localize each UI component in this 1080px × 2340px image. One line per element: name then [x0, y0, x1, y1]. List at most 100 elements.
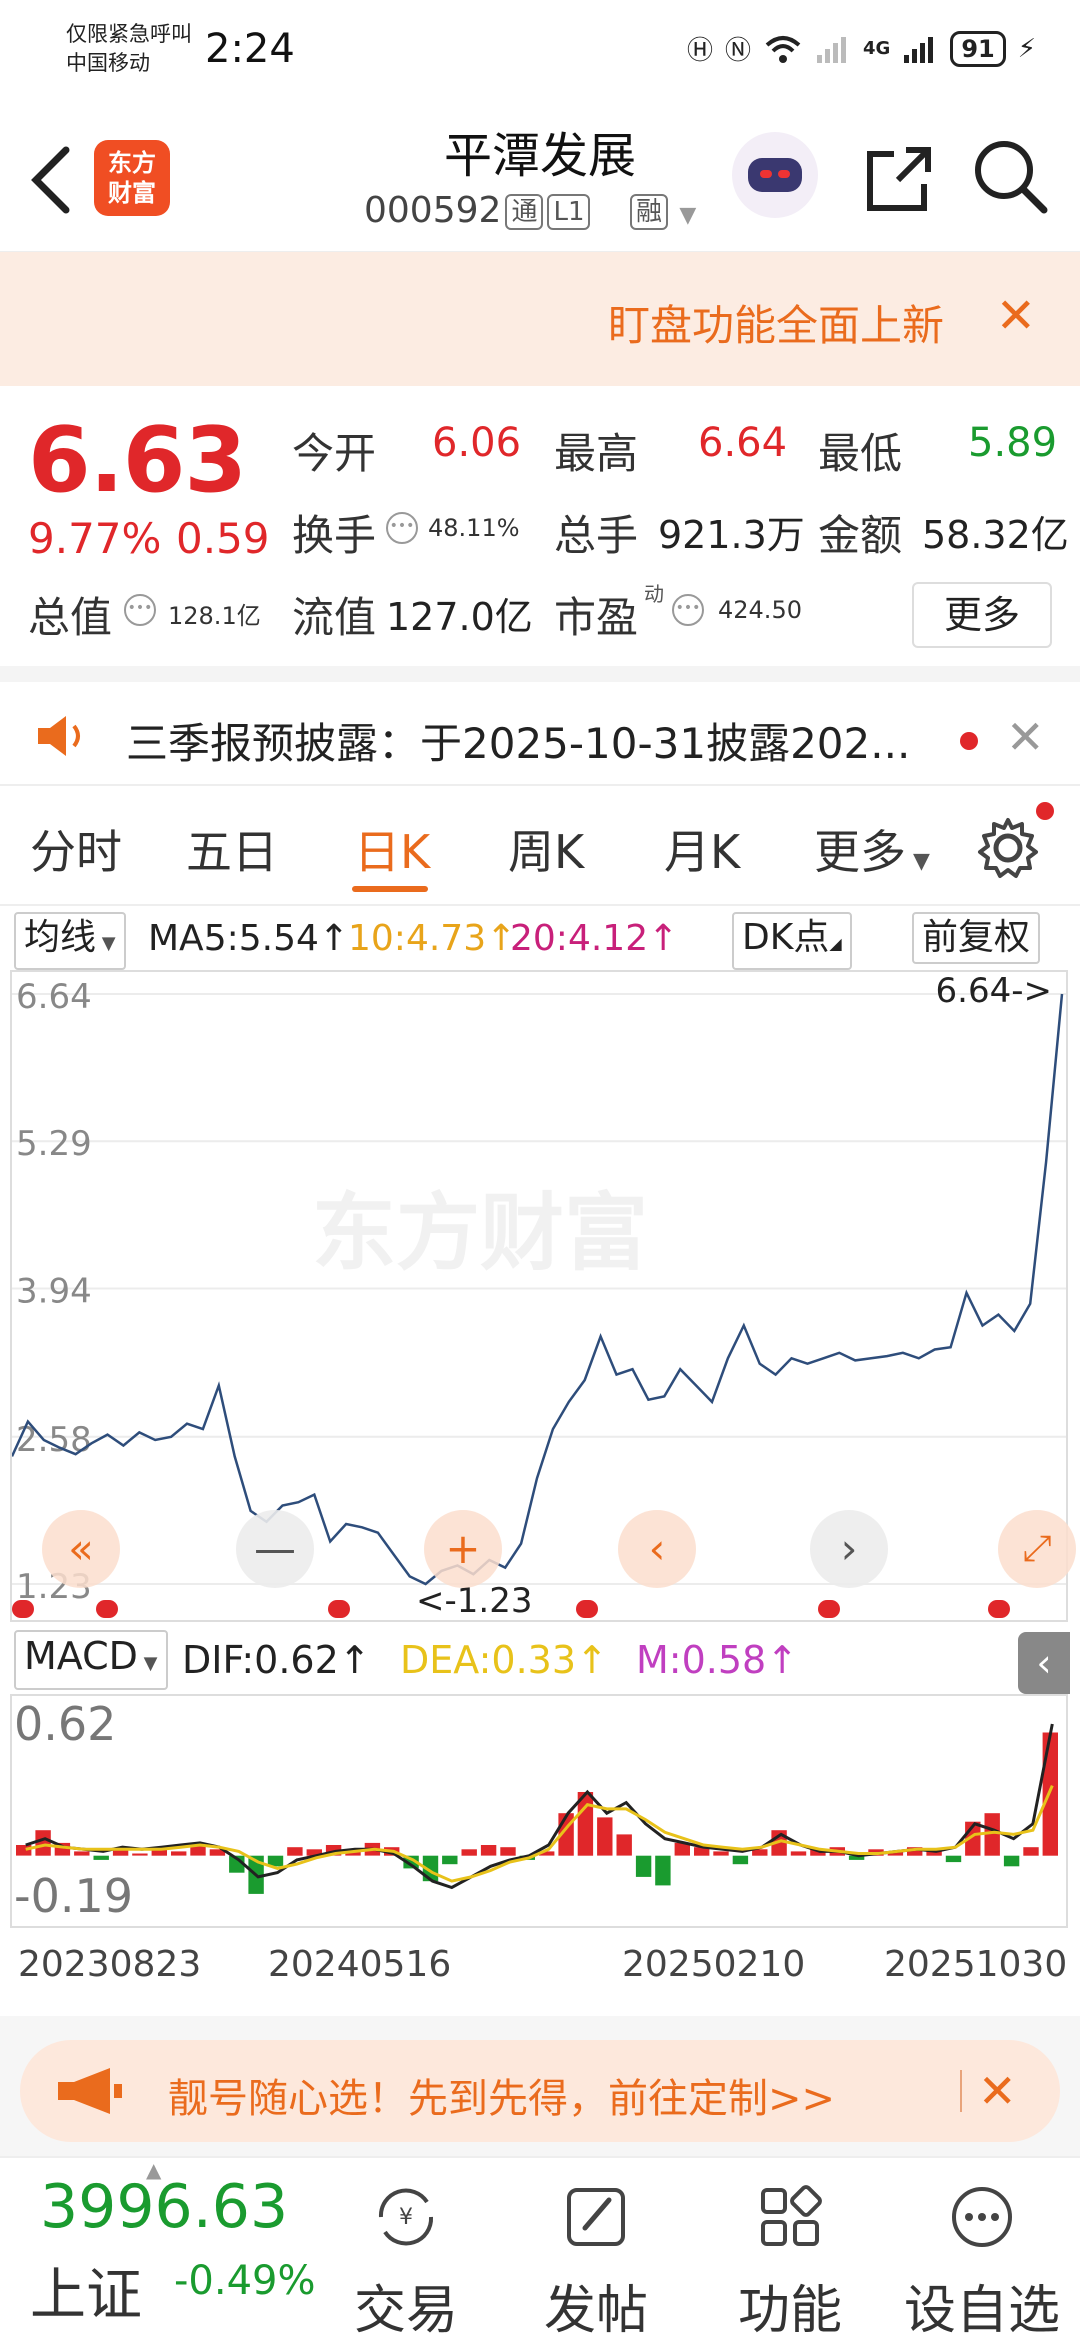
event-marker[interactable] [576, 1600, 598, 1618]
float-cap-label: 流值 [292, 593, 377, 642]
search-button[interactable] [970, 136, 1050, 216]
post-button[interactable]: 发帖 [506, 2158, 686, 2340]
macd-select[interactable]: MACD ▼ [14, 1630, 168, 1690]
macd-indicator-row: MACD ▼ DIF:0.62↑ DEA:0.33↑ M:0.58↑ [0, 1624, 1080, 1692]
event-marker[interactable] [988, 1600, 1010, 1618]
fullscreen-button[interactable]: ⤢ [998, 1510, 1076, 1588]
grid-icon [761, 2185, 822, 2246]
ma10-value: 10:4.73↑ [348, 918, 517, 959]
pe-type: 动 [644, 582, 664, 606]
price-chart[interactable]: 东方财富 6.64 5.29 3.94 2.58 1.23 6.64-> <-1.23 … [10, 970, 1076, 1622]
macd-tick-label: 0.62 [14, 1697, 116, 1751]
tab-daily-k[interactable]: 日K [354, 816, 430, 882]
zoom-in-button[interactable]: + [424, 1510, 502, 1588]
macd-bar [616, 1834, 632, 1856]
macd-bar [35, 1830, 51, 1856]
notice-close-icon[interactable]: ✕ [996, 292, 1036, 340]
zoom-out-button[interactable]: — [236, 1510, 314, 1588]
macd-bar [74, 1851, 90, 1856]
trade-label: 交易 [353, 2281, 458, 2340]
stock-code-row[interactable]: 000592 通 L1 融 ▼ [364, 190, 696, 231]
more-dots-icon[interactable]: ••• [124, 594, 156, 626]
chevron-down-icon: ▼ [906, 849, 930, 874]
more-dots-icon[interactable]: ••• [386, 512, 418, 544]
announcement-bar[interactable]: 三季报预披露：于2025-10-31披露202... ✕ [0, 666, 1080, 786]
stock-header: 东方 财富 平潭发展 000592 通 L1 融 ▼ [0, 100, 1080, 252]
tab-weekly-k[interactable]: 周K [508, 816, 584, 882]
step-forward-button[interactable]: › [810, 1510, 888, 1588]
collapse-panel-button[interactable]: ‹ [1018, 1632, 1070, 1694]
status-icons: Ⓗ Ⓝ 4G 91 ⚡ [687, 30, 1036, 67]
share-button[interactable] [858, 140, 938, 220]
feature-notice-banner[interactable]: 盯盘功能全面上新 ✕ [0, 252, 1080, 386]
nfc-icon: Ⓝ [725, 36, 752, 66]
robot-eye-left [760, 170, 772, 178]
ai-assistant-button[interactable] [732, 132, 818, 218]
megaphone-icon [58, 2068, 122, 2114]
settings-badge-dot [1036, 802, 1054, 820]
date-axis: 20230823 20240516 20250210 20251030 [0, 1936, 1080, 1996]
dea-line [25, 1785, 1054, 1883]
dea-value: DEA:0.33↑ [400, 1638, 608, 1682]
more-quote-button[interactable]: 更多 [912, 582, 1052, 648]
event-marker[interactable] [818, 1600, 840, 1618]
corner-triangle-icon: ◢ [829, 934, 842, 953]
amount-label: 金额 [818, 511, 903, 560]
macd-bar [655, 1855, 671, 1886]
charging-icon: ⚡ [1017, 33, 1036, 64]
signal-2-icon [904, 36, 934, 63]
dk-point-select[interactable]: DK点◢ [732, 912, 852, 970]
high-value: 6.64 [698, 420, 788, 466]
tab-more-label: 更多 [814, 825, 906, 879]
ma-select-label: 均线 [24, 917, 97, 958]
promo-close-icon[interactable]: ✕ [978, 2064, 1017, 2118]
carrier-line-2: 中国移动 [66, 51, 150, 75]
gear-icon[interactable] [976, 816, 1040, 880]
announcement-close-icon[interactable]: ✕ [1006, 710, 1045, 764]
adjust-select[interactable]: 前复权 [912, 912, 1041, 964]
more-dots-icon[interactable]: ••• [672, 594, 704, 626]
index-value: 3996.63 [40, 2172, 289, 2242]
tab-five-day[interactable]: 五日 [186, 816, 278, 882]
amount-value: 58.32亿 [922, 513, 1069, 557]
macd-tick-label: -0.19 [14, 1869, 133, 1923]
quote-panel: 6.63 9.77% 0.59 今开 6.06 最高 6.64 最低 5.89 … [0, 386, 1080, 666]
functions-button[interactable]: 功能 [700, 2158, 880, 2340]
date-label: 20250210 [622, 1944, 806, 1985]
low-label: 最低 [818, 429, 903, 478]
ma-select[interactable]: 均线 ▼ [14, 912, 126, 970]
event-marker[interactable] [96, 1600, 118, 1618]
market-cap-label: 总值 [28, 593, 113, 642]
index-ticker[interactable]: ▲ 3996.63 上证 -0.49% [0, 2158, 320, 2340]
macd-bar [1042, 1732, 1058, 1856]
change-amount: 0.59 [176, 514, 270, 563]
status-bar: 仅限紧急呼叫 中国移动 2:24 Ⓗ Ⓝ 4G 91 ⚡ [0, 0, 1080, 100]
step-back-button[interactable]: ‹ [618, 1510, 696, 1588]
chevron-down-icon: ▼ [679, 203, 697, 228]
tab-intraday[interactable]: 分时 [30, 816, 122, 882]
dif-line [25, 1723, 1054, 1890]
pe-label: 市盈 [554, 593, 639, 642]
tab-more[interactable]: 更多 ▼ [814, 816, 930, 882]
promo-banner[interactable]: 靓号随心选！先到先得，前往定制>> ✕ [20, 2040, 1060, 2142]
divider [960, 2070, 962, 2112]
macd-bar [171, 1851, 187, 1856]
event-marker[interactable] [328, 1600, 350, 1618]
add-watchlist-button[interactable]: 设自选 [892, 2158, 1072, 2340]
trade-button[interactable]: ¥ 交易 [316, 2158, 496, 2340]
post-label: 发帖 [543, 2281, 648, 2340]
tab-monthly-k[interactable]: 月K [664, 816, 740, 882]
volume-value: 921.3万 [658, 513, 805, 557]
fast-back-button[interactable]: « [42, 1510, 120, 1588]
macd-chart[interactable]: 0.62 -0.19 [10, 1694, 1068, 1928]
turnover-value: 48.11% [428, 514, 520, 542]
dk-point-label: DK点 [742, 917, 830, 958]
macd-bar [732, 1855, 749, 1865]
network-type: 4G [863, 38, 891, 59]
y-tick-label: 3.94 [16, 1271, 92, 1311]
open-label: 今开 [292, 429, 377, 478]
macd-bar [132, 1853, 148, 1856]
y-tick-label: 2.58 [16, 1420, 92, 1460]
event-marker[interactable] [12, 1600, 34, 1618]
min-price-label: <-1.23 [416, 1581, 532, 1620]
